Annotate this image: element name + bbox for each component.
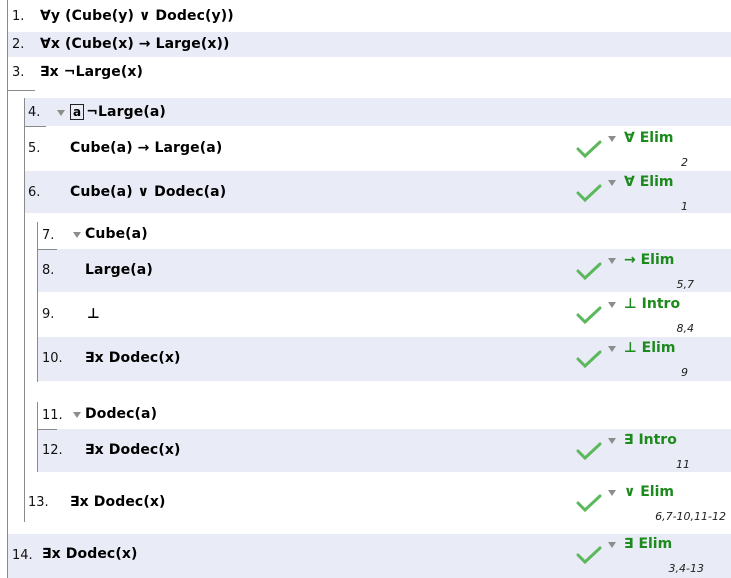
citation[interactable]: 9: [610, 366, 688, 379]
formula-text[interactable]: ∀x (Cube(x) → Large(x)): [40, 36, 230, 52]
rule-label[interactable]: → Elim: [624, 252, 674, 268]
dropdown-triangle-icon[interactable]: [608, 490, 616, 496]
line-number: 4.: [28, 105, 41, 120]
formula-text[interactable]: ∃x Dodec(x): [42, 546, 137, 562]
line-number: 11.: [42, 408, 63, 423]
line-number: 8.: [42, 263, 55, 278]
check-icon: [576, 350, 602, 369]
citation[interactable]: 11: [610, 458, 690, 471]
collapse-triangle-icon[interactable]: [73, 232, 81, 238]
formula-text[interactable]: ∃x Dodec(x): [85, 442, 180, 458]
rule-label[interactable]: ⊥ Intro: [624, 296, 680, 312]
rule-label[interactable]: ⊥ Elim: [624, 340, 675, 356]
line-number: 10.: [42, 351, 63, 366]
boxed-constant: a: [70, 104, 85, 120]
dropdown-triangle-icon[interactable]: [608, 180, 616, 186]
citation[interactable]: 8,4: [610, 322, 695, 335]
check-icon: [576, 442, 602, 461]
subproof-7-separator: [37, 249, 57, 250]
rule-label[interactable]: ∀ Elim: [624, 174, 673, 190]
citation[interactable]: 2: [610, 156, 688, 169]
check-icon: [576, 494, 602, 513]
line-number: 1.: [12, 9, 25, 24]
check-icon: [576, 306, 602, 325]
dropdown-triangle-icon[interactable]: [608, 346, 616, 352]
rule-label[interactable]: ∃ Elim: [624, 536, 672, 552]
formula-text[interactable]: Dodec(a): [85, 406, 157, 422]
check-icon: [576, 184, 602, 203]
collapse-triangle-icon[interactable]: [73, 412, 81, 418]
dropdown-triangle-icon[interactable]: [608, 542, 616, 548]
check-icon: [576, 546, 602, 565]
premise-separator: [7, 90, 35, 91]
formula-text[interactable]: Large(a): [85, 262, 153, 278]
subproof-11-separator: [37, 429, 57, 430]
line-number: 7.: [42, 228, 55, 243]
subproof-4-scope-line: [24, 98, 25, 522]
rule-label[interactable]: ∃ Intro: [624, 432, 677, 448]
citation[interactable]: 6,7-10,11-12: [610, 510, 726, 523]
line-number: 13.: [28, 495, 49, 510]
line-number: 12.: [42, 443, 63, 458]
line-number: 5.: [28, 141, 41, 156]
formula-text-part: ¬Large(a): [86, 104, 166, 120]
check-icon: [576, 140, 602, 159]
rule-label[interactable]: ∨ Elim: [624, 484, 674, 500]
formula-text[interactable]: ⊥: [87, 306, 100, 322]
subproof-11-scope-line: [37, 402, 38, 472]
check-icon: [576, 262, 602, 281]
formula-text[interactable]: ∃x Dodec(x): [70, 494, 165, 510]
formula-text[interactable]: Cube(a) ∨ Dodec(a): [70, 184, 226, 200]
citation[interactable]: 3,4-13: [610, 562, 704, 575]
formula-text[interactable]: Cube(a): [85, 226, 148, 242]
dropdown-triangle-icon[interactable]: [608, 302, 616, 308]
citation[interactable]: 5,7: [610, 278, 695, 291]
formula-text[interactable]: ∃x Dodec(x): [85, 350, 180, 366]
line-number: 6.: [28, 185, 41, 200]
dropdown-triangle-icon[interactable]: [608, 258, 616, 264]
dropdown-triangle-icon[interactable]: [608, 136, 616, 142]
formula-text[interactable]: ∃x ¬Large(x): [40, 64, 143, 80]
subproof-4-separator: [24, 126, 46, 127]
dropdown-triangle-icon[interactable]: [608, 438, 616, 444]
rule-label[interactable]: ∀ Elim: [624, 130, 673, 146]
formula-text[interactable]: ∀y (Cube(y) ∨ Dodec(y)): [40, 8, 234, 24]
citation[interactable]: 1: [610, 200, 688, 213]
subproof-7-scope-line: [37, 222, 38, 382]
main-scope-line: [7, 0, 8, 578]
formula-text[interactable]: a ¬Large(a): [70, 104, 166, 120]
formula-text[interactable]: Cube(a) → Large(a): [70, 140, 222, 156]
line-number: 14.: [12, 548, 33, 563]
collapse-triangle-icon[interactable]: [57, 110, 65, 116]
line-number: 2.: [12, 37, 25, 52]
line-number: 9.: [42, 307, 55, 322]
line-number: 3.: [12, 65, 25, 80]
